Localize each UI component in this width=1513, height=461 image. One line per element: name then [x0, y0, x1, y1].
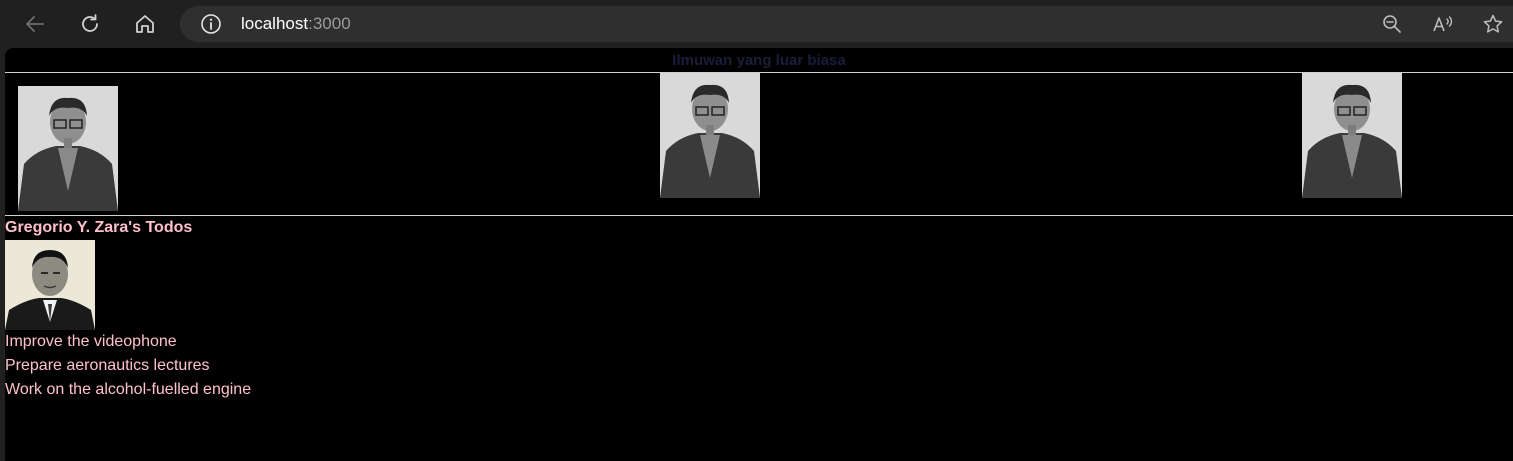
- read-aloud-icon: [1433, 16, 1453, 32]
- url-port: :3000: [308, 14, 351, 33]
- url-host: localhost: [241, 14, 309, 33]
- scientist-portrait: [660, 73, 760, 198]
- home-button[interactable]: [130, 9, 160, 39]
- page-viewport: Ilmuwan yang luar biasa Gregorio Y. Zara…: [5, 48, 1513, 461]
- list-item: Prepare aeronautics lectures: [5, 357, 210, 374]
- back-arrow-icon: [26, 16, 44, 32]
- refresh-button[interactable]: [75, 9, 105, 39]
- scientist-portrait: [1302, 73, 1402, 198]
- info-icon: [201, 14, 221, 34]
- list-item: Work on the alcohol-fuelled engine: [5, 381, 252, 398]
- refresh-icon: [82, 14, 98, 32]
- zoom-button[interactable]: [1380, 13, 1404, 35]
- scientist-portrait: [18, 86, 118, 211]
- read-aloud-button[interactable]: [1431, 13, 1455, 35]
- gregorio-zara-avatar: [5, 240, 95, 330]
- site-info-button[interactable]: [200, 13, 222, 35]
- address-bar[interactable]: localhost:3000: [180, 6, 1513, 42]
- browser-toolbar: localhost:3000: [0, 0, 1513, 48]
- list-item: Improve the videophone: [5, 333, 177, 350]
- zoom-icon: [1383, 15, 1401, 33]
- favorite-button[interactable]: [1481, 13, 1505, 35]
- page-heading: Ilmuwan yang luar biasa: [672, 52, 846, 69]
- url-text[interactable]: localhost:3000: [241, 14, 351, 34]
- todos-title: Gregorio Y. Zara's Todos: [5, 219, 193, 236]
- home-icon: [136, 15, 154, 33]
- bottom-divider: [5, 215, 1513, 216]
- back-button[interactable]: [20, 9, 50, 39]
- favorite-star-icon: [1483, 14, 1503, 33]
